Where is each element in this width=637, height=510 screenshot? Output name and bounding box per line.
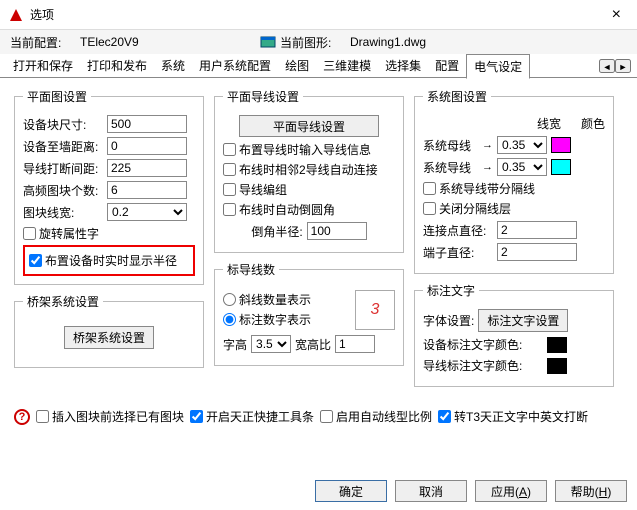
color-header: 颜色 — [581, 115, 605, 132]
close-sep-check[interactable]: 关闭分隔线层 — [423, 200, 605, 217]
wire-color-swatch[interactable] — [547, 358, 567, 374]
sys-settings-legend: 系统图设置 — [423, 88, 491, 105]
anno-group: 标注文字 字体设置:标注文字设置 设备标注文字颜色: 导线标注文字颜色: — [414, 282, 614, 387]
app-icon — [8, 7, 24, 23]
bus-color-swatch[interactable] — [551, 137, 571, 153]
drawing-value: Drawing1.dwg — [350, 35, 426, 49]
bus-label: 系统母线 — [423, 137, 478, 154]
dev-color-swatch[interactable] — [547, 337, 567, 353]
close-icon[interactable]: × — [604, 6, 629, 24]
conn-d-label: 连接点直径: — [423, 222, 493, 239]
sys-wire-color-swatch[interactable] — [551, 159, 571, 175]
help-button[interactable]: 帮助(H) — [555, 480, 627, 502]
realtime-radius-highlight: 布置设备时实时显示半径 — [23, 245, 195, 276]
bridge-legend: 桥架系统设置 — [23, 293, 103, 310]
titlebar: 选项 × — [0, 0, 637, 30]
tab-open-save[interactable]: 打开和保存 — [6, 54, 80, 77]
line-w-label: 图块线宽: — [23, 204, 103, 221]
leader-group: 标导线数 斜线数量表示 标注数字表示 3 字高 3.5 宽高比 — [214, 261, 404, 366]
bridge-group: 桥架系统设置 桥架系统设置 — [14, 293, 204, 368]
tab-profiles[interactable]: 配置 — [428, 54, 466, 77]
sys-wire-w-select[interactable]: 0.35 — [497, 158, 547, 176]
conn-d-input[interactable] — [497, 221, 577, 239]
plan-settings-group: 平面图设置 设备块尺寸: 设备至墙距离: 导线打断间距: 高频图块个数: 图块线… — [14, 88, 204, 285]
term-d-input[interactable] — [497, 243, 577, 261]
wall-dist-label: 设备至墙距离: — [23, 138, 103, 155]
tab-drafting[interactable]: 绘图 — [278, 54, 316, 77]
drawing-label: 当前图形: — [280, 34, 350, 51]
char-h-label: 字高 — [223, 336, 247, 353]
help-icon[interactable]: ? — [14, 409, 30, 425]
digit-anno-radio[interactable]: 标注数字表示 — [223, 311, 351, 328]
wire-color-label: 导线标注文字颜色: — [423, 357, 543, 374]
slash-count-radio[interactable]: 斜线数量表示 — [223, 291, 351, 308]
drawing-icon — [260, 34, 276, 50]
line-w-select[interactable]: 0.2 — [107, 203, 187, 221]
tab-nav: ◄ ► — [599, 59, 631, 73]
sys-wire-label: 系统导线 — [423, 159, 478, 176]
hf-block-label: 高频图块个数: — [23, 182, 103, 199]
fillet-r-input[interactable] — [307, 222, 367, 240]
profile-label: 当前配置: — [10, 34, 80, 51]
tab-scroll-right[interactable]: ► — [615, 59, 631, 73]
leader-sample: 3 — [355, 290, 395, 330]
pre-select-check[interactable]: 插入图块前选择已有图块 — [36, 408, 184, 425]
term-d-label: 端子直径: — [423, 244, 493, 261]
convert-t3-check[interactable]: 转T3天正文字中英文打断 — [438, 408, 588, 425]
tab-print[interactable]: 打印和发布 — [80, 54, 154, 77]
realtime-radius-check[interactable]: 布置设备时实时显示半径 — [29, 252, 189, 269]
wire-edit-check[interactable]: 导线编组 — [223, 181, 395, 198]
content: 平面图设置 设备块尺寸: 设备至墙距离: 导线打断间距: 高频图块个数: 图块线… — [0, 78, 637, 405]
cancel-button[interactable]: 取消 — [395, 480, 467, 502]
apply-button[interactable]: 应用(A) — [475, 480, 547, 502]
sep-line-check[interactable]: 系统导线带分隔线 — [423, 180, 605, 197]
tab-system[interactable]: 系统 — [154, 54, 192, 77]
two-wire-check[interactable]: 布线时相邻2导线自动连接 — [223, 161, 395, 178]
font-set-button[interactable]: 标注文字设置 — [478, 309, 568, 332]
auto-fillet-check[interactable]: 布线时自动倒圆角 — [223, 201, 395, 218]
tab-3d[interactable]: 三维建模 — [316, 54, 378, 77]
bridge-settings-button[interactable]: 桥架系统设置 — [64, 326, 154, 349]
arrow-icon: → — [482, 139, 493, 151]
info-row: 当前配置: TElec20V9 当前图形: Drawing1.dwg — [0, 30, 637, 54]
wire-settings-button[interactable]: 平面导线设置 — [239, 115, 379, 137]
arrow-icon: → — [482, 161, 493, 173]
auto-ltype-check[interactable]: 启用自动线型比例 — [320, 408, 432, 425]
ok-button[interactable]: 确定 — [315, 480, 387, 502]
block-size-input[interactable] — [107, 115, 187, 133]
profile-value: TElec20V9 — [80, 35, 260, 49]
wh-label: 宽高比 — [295, 336, 331, 353]
footer: 确定 取消 应用(A) 帮助(H) — [315, 480, 627, 502]
tab-elec[interactable]: 电气设定 — [466, 54, 530, 79]
input-info-check[interactable]: 布置导线时输入导线信息 — [223, 141, 395, 158]
enable-tz-check[interactable]: 开启天正快捷工具条 — [190, 408, 314, 425]
bus-w-select[interactable]: 0.35 — [497, 136, 547, 154]
break-dist-label: 导线打断间距: — [23, 160, 103, 177]
tab-scroll-left[interactable]: ◄ — [599, 59, 615, 73]
block-size-label: 设备块尺寸: — [23, 116, 103, 133]
fillet-r-label: 倒角半径: — [251, 223, 302, 240]
tab-user-pref[interactable]: 用户系统配置 — [192, 54, 278, 77]
window-title: 选项 — [30, 6, 604, 23]
wh-input[interactable] — [335, 335, 375, 353]
char-h-select[interactable]: 3.5 — [251, 335, 291, 353]
tab-bar: 打开和保存 打印和发布 系统 用户系统配置 绘图 三维建模 选择集 配置 电气设… — [0, 54, 637, 78]
plan-settings-legend: 平面图设置 — [23, 88, 91, 105]
hf-block-input[interactable] — [107, 181, 187, 199]
wall-dist-input[interactable] — [107, 137, 187, 155]
bottom-checks: ? 插入图块前选择已有图块 开启天正快捷工具条 启用自动线型比例 转T3天正文字… — [0, 405, 637, 428]
anno-legend: 标注文字 — [423, 282, 479, 299]
wire-settings-legend: 平面导线设置 — [223, 88, 303, 105]
break-dist-input[interactable] — [107, 159, 187, 177]
sys-settings-group: 系统图设置 线宽 颜色 系统母线 → 0.35 系统导线 → 0.35 系统导线… — [414, 88, 614, 274]
leader-legend: 标导线数 — [223, 261, 279, 278]
tab-selection[interactable]: 选择集 — [378, 54, 428, 77]
rot-attr-check[interactable]: 旋转属性字 — [23, 225, 195, 242]
linew-header: 线宽 — [537, 115, 561, 132]
dev-color-label: 设备标注文字颜色: — [423, 336, 543, 353]
wire-settings-group: 平面导线设置 平面导线设置 布置导线时输入导线信息 布线时相邻2导线自动连接 导… — [214, 88, 404, 253]
font-set-label: 字体设置: — [423, 312, 474, 329]
